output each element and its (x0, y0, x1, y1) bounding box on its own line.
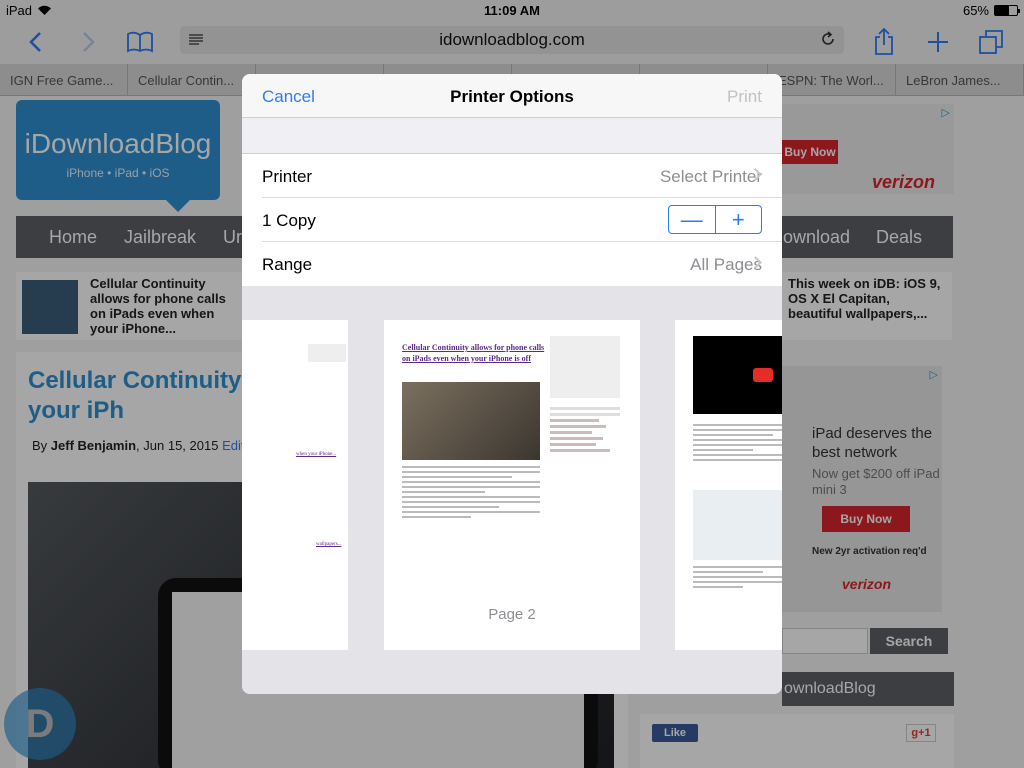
preview-text-lines (402, 466, 540, 521)
range-label: Range (262, 255, 313, 274)
copies-label: 1 Copy (262, 211, 316, 230)
preview-sidebar-ad (550, 336, 620, 398)
page-preview-2[interactable]: Cellular Continuity allows for phone cal… (384, 320, 640, 650)
page-preview-1[interactable]: when your iPhone... wallpapers... (242, 320, 348, 650)
decrement-button[interactable]: — (669, 206, 716, 233)
options-list: Printer Select Printer 1 Copy — + Range … (242, 153, 782, 287)
page-previews[interactable]: when your iPhone... wallpapers... Cellul… (242, 286, 782, 694)
range-row[interactable]: Range All Pages (262, 242, 782, 286)
preview-text-lines (693, 424, 782, 464)
preview-text-lines (693, 566, 782, 591)
printer-value: Select Printer (659, 167, 762, 186)
increment-button[interactable]: + (716, 206, 762, 233)
dialog-title: Printer Options (450, 87, 574, 106)
preview-photo (402, 382, 540, 460)
preview-screenshot (693, 490, 782, 560)
preview-ad-thumb (308, 344, 346, 362)
printer-options-dialog: Cancel Printer Options Print Printer Sel… (242, 74, 782, 694)
preview-link: when your iPhone... (296, 452, 337, 457)
play-icon (753, 368, 773, 382)
copies-row: 1 Copy — + (262, 198, 782, 242)
preview-sidebar-links (550, 404, 620, 455)
print-button[interactable]: Print (727, 87, 762, 107)
copies-stepper: — + (668, 205, 762, 234)
dialog-header: Cancel Printer Options Print (242, 74, 782, 118)
page-preview-3[interactable] (675, 320, 782, 650)
preview-video (693, 336, 782, 414)
printer-label: Printer (262, 167, 313, 186)
printer-row[interactable]: Printer Select Printer (262, 154, 782, 198)
page-number-label: Page 2 (488, 606, 536, 623)
preview-link: wallpapers... (316, 542, 342, 547)
preview-article-title: Cellular Continuity allows for phone cal… (402, 343, 545, 363)
